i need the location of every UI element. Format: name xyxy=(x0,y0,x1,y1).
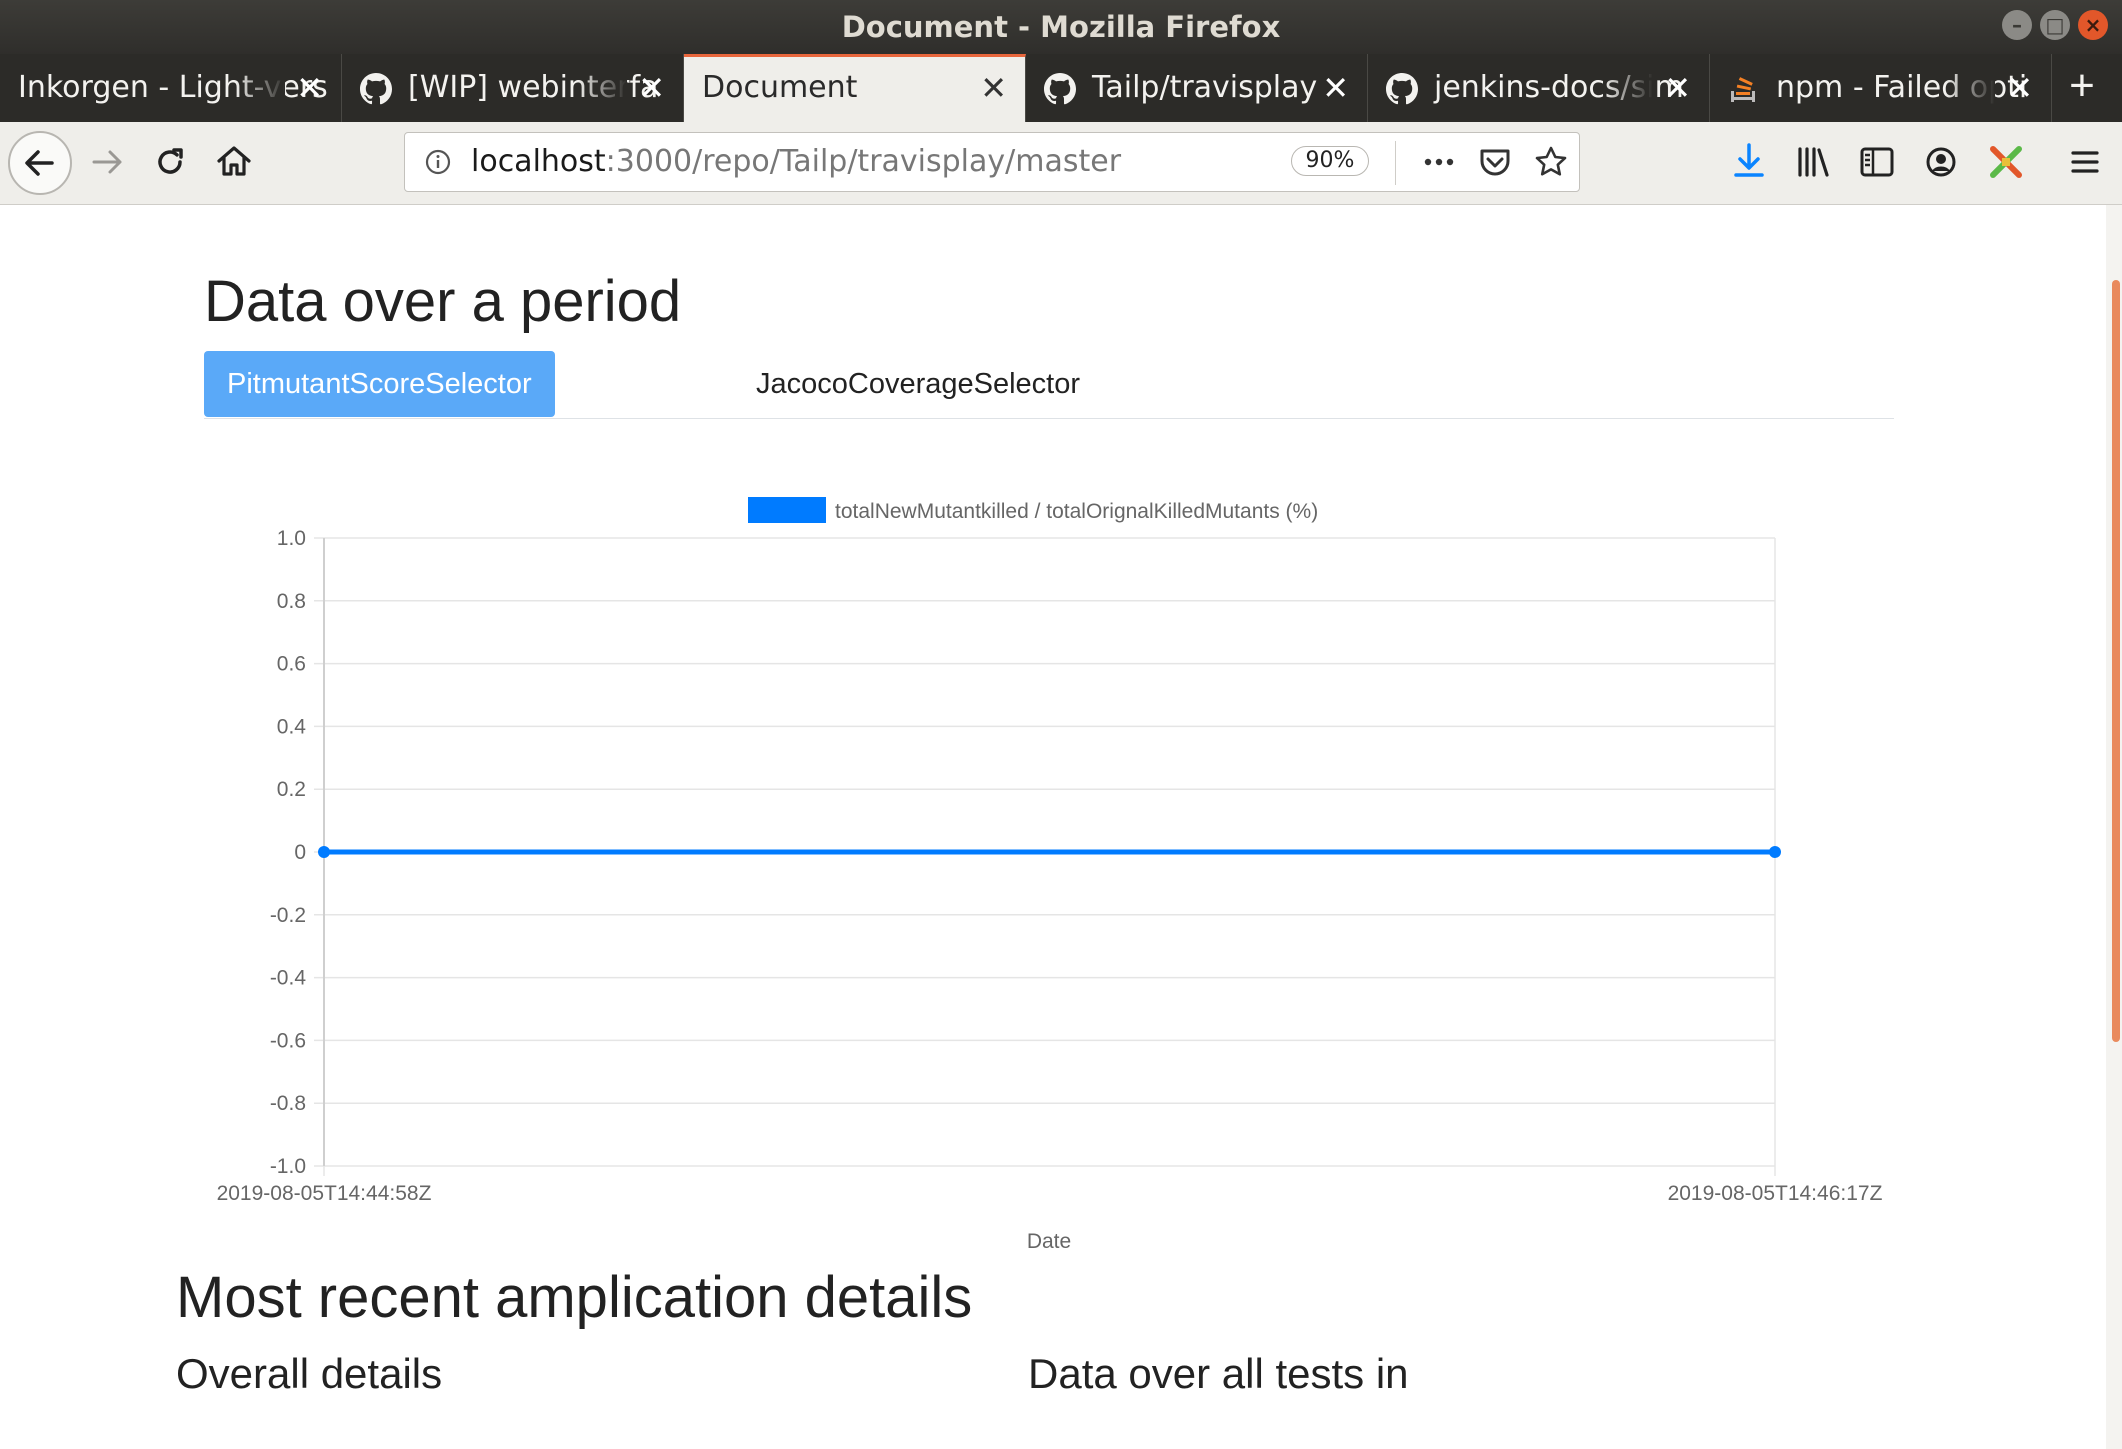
pocket-icon[interactable] xyxy=(1477,145,1513,179)
more-actions-icon[interactable] xyxy=(1421,147,1457,177)
page-title: Data over a period xyxy=(204,269,682,334)
y-tick-label: 0.6 xyxy=(277,653,306,676)
x-tick-label: 2019-08-05T14:46:17Z xyxy=(1668,1182,1883,1205)
section-title: Most recent amplication details xyxy=(176,1265,973,1330)
url-bar[interactable]: localhost:3000/repo/Tailp/travisplay/mas… xyxy=(404,132,1580,192)
chart-series xyxy=(318,846,1781,858)
forward-icon[interactable] xyxy=(84,139,130,185)
sidebar-icon[interactable] xyxy=(1854,139,1900,185)
tab-strip: Inkorgen - Light-vers ✕ [WIP] webinterfa… xyxy=(0,54,2122,122)
extension-icon[interactable] xyxy=(1983,139,2029,185)
line-chart: totalNewMutantkilled / totalOrignalKille… xyxy=(217,497,1883,1253)
pitmutant-selector-button[interactable]: PitmutantScoreSelector xyxy=(204,351,555,417)
back-button[interactable] xyxy=(8,131,72,195)
back-arrow-icon xyxy=(25,150,54,176)
selector-tabs: PitmutantScoreSelector JacocoCoverageSel… xyxy=(204,351,1894,419)
jacoco-selector-button[interactable]: JacocoCoverageSelector xyxy=(756,351,1080,417)
zoom-badge[interactable]: 90% xyxy=(1291,146,1369,176)
menu-icon[interactable] xyxy=(2062,139,2108,185)
tab-close-icon[interactable]: ✕ xyxy=(1664,54,1691,122)
github-icon xyxy=(1044,73,1076,105)
tab-close-icon[interactable]: ✕ xyxy=(2006,54,2033,122)
window-close-icon[interactable]: × xyxy=(2078,10,2108,40)
y-tick-label: -0.2 xyxy=(270,904,306,927)
tab-npm-failed[interactable]: npm - Failed opti ✕ xyxy=(1710,54,2052,122)
window-controls: – □ × xyxy=(2002,10,2108,40)
url-host: localhost xyxy=(471,144,606,179)
tab-close-icon[interactable]: ✕ xyxy=(1322,54,1349,122)
y-tick-label: 0.8 xyxy=(277,590,306,613)
y-tick-label: 1.0 xyxy=(277,527,306,550)
tab-fade xyxy=(1945,54,1995,122)
navigation-toolbar: localhost:3000/repo/Tailp/travisplay/mas… xyxy=(0,122,2122,205)
bookmark-star-icon[interactable] xyxy=(1533,144,1569,180)
y-tick-label: -0.6 xyxy=(270,1029,306,1052)
home-icon[interactable] xyxy=(211,139,257,185)
legend-label: totalNewMutantkilled / totalOrignalKille… xyxy=(835,500,1318,523)
github-icon xyxy=(360,73,392,105)
y-tick-label: 0.4 xyxy=(277,715,307,738)
url-text[interactable]: localhost:3000/repo/Tailp/travisplay/mas… xyxy=(471,133,1121,191)
new-tab-button[interactable]: + xyxy=(2052,54,2112,122)
x-axis-ticks: 2019-08-05T14:44:58Z 2019-08-05T14:46:17Z xyxy=(217,1182,1883,1205)
legend-swatch xyxy=(748,497,826,523)
download-icon[interactable] xyxy=(1726,138,1772,184)
tab-travisplay[interactable]: Tailp/travisplay ✕ xyxy=(1026,54,1368,122)
chart-legend[interactable]: totalNewMutantkilled / totalOrignalKille… xyxy=(748,497,1318,523)
tab-label: Tailp/travisplay xyxy=(1092,70,1318,105)
tab-wip-webinterface[interactable]: [WIP] webinterfa ✕ xyxy=(342,54,684,122)
overall-details-heading: Overall details xyxy=(176,1350,443,1397)
data-point[interactable] xyxy=(1769,846,1781,858)
tab-fade xyxy=(235,54,285,122)
tab-close-icon[interactable]: ✕ xyxy=(980,57,1007,119)
y-tick-label: 0 xyxy=(294,841,306,864)
window-title: Document - Mozilla Firefox xyxy=(841,10,1281,44)
window-titlebar: Document - Mozilla Firefox – □ × xyxy=(0,0,2122,54)
y-tick-label: 0.2 xyxy=(277,778,306,801)
info-icon[interactable] xyxy=(423,147,453,177)
y-axis-ticks: 1.0 0.8 0.6 0.4 0.2 0 -0.2 -0.4 -0.6 -0.8 -1.0 xyxy=(270,527,307,1178)
page-scrollbar-thumb[interactable] xyxy=(2112,280,2120,1042)
minimize-icon[interactable]: – xyxy=(2002,10,2032,40)
account-icon[interactable] xyxy=(1918,139,1964,185)
tab-label: Document xyxy=(702,70,858,105)
github-icon xyxy=(1386,73,1418,105)
tab-fade xyxy=(1603,54,1653,122)
x-axis-label: Date xyxy=(1027,1230,1071,1253)
data-over-tests-heading: Data over all tests in xyxy=(1028,1350,1409,1397)
y-tick-label: -0.4 xyxy=(270,967,307,990)
data-point[interactable] xyxy=(318,846,330,858)
tab-fade xyxy=(577,54,627,122)
library-icon[interactable] xyxy=(1790,139,1836,185)
chart-grid xyxy=(314,537,1776,1176)
url-separator xyxy=(1395,141,1396,185)
tab-document[interactable]: Document ✕ xyxy=(684,54,1026,122)
tab-close-icon[interactable]: ✕ xyxy=(296,54,323,122)
url-path: :3000/repo/Tailp/travisplay/master xyxy=(605,144,1122,179)
maximize-icon[interactable]: □ xyxy=(2040,10,2070,40)
stackoverflow-icon xyxy=(1731,77,1755,102)
tab-close-icon[interactable]: ✕ xyxy=(638,54,665,122)
reload-icon[interactable] xyxy=(147,139,193,185)
y-tick-label: -1.0 xyxy=(270,1155,306,1178)
x-tick-label: 2019-08-05T14:44:58Z xyxy=(217,1182,432,1205)
tab-jenkins-docs[interactable]: jenkins-docs/sim ✕ xyxy=(1368,54,1710,122)
tab-inkorgen[interactable]: Inkorgen - Light-vers ✕ xyxy=(0,54,342,122)
y-tick-label: -0.8 xyxy=(270,1092,306,1115)
